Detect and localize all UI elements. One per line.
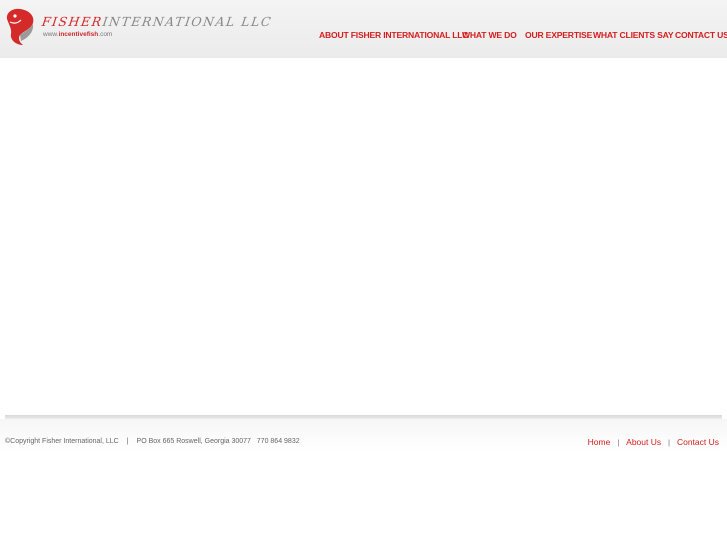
footer-link-home[interactable]: Home: [588, 437, 611, 447]
footer-separator: |: [126, 438, 129, 445]
address-text: PO Box 665 Roswell, Georgia 30077 770 86…: [136, 438, 300, 445]
nav-contact-us[interactable]: CONTACT US: [675, 30, 727, 40]
footer-link-separator: |: [617, 440, 620, 447]
footer-link-about-us[interactable]: About Us: [626, 437, 661, 447]
footer-link-contact-us[interactable]: Contact Us: [677, 437, 719, 447]
nav-what-clients-say[interactable]: WHAT CLIENTS SAY: [593, 30, 674, 40]
main-nav: ABOUT FISHER INTERNATIONAL LLC WHAT WE D…: [0, 30, 727, 42]
company-name: FISHERINTERNATIONAL LLC: [41, 14, 273, 29]
company-name-fisher: FISHER: [40, 14, 104, 29]
site-logo[interactable]: FISHERINTERNATIONAL LLC www.incentivefis…: [4, 7, 273, 49]
nav-what-we-do[interactable]: WHAT WE DO: [462, 30, 517, 40]
company-name-international: INTERNATIONAL LLC: [101, 14, 274, 29]
nav-about[interactable]: ABOUT FISHER INTERNATIONAL LLC: [319, 30, 469, 40]
footer-link-separator: |: [668, 440, 670, 447]
copyright-text: ©Copyright Fisher International, LLC: [5, 438, 119, 445]
site-header: FISHERINTERNATIONAL LLC www.incentivefis…: [0, 0, 727, 58]
footer-info: ©Copyright Fisher International, LLC | PO …: [5, 438, 300, 445]
footer-links: Home | About Us | Contact Us: [588, 437, 719, 447]
nav-our-expertise[interactable]: OUR EXPERTISE: [525, 30, 592, 40]
